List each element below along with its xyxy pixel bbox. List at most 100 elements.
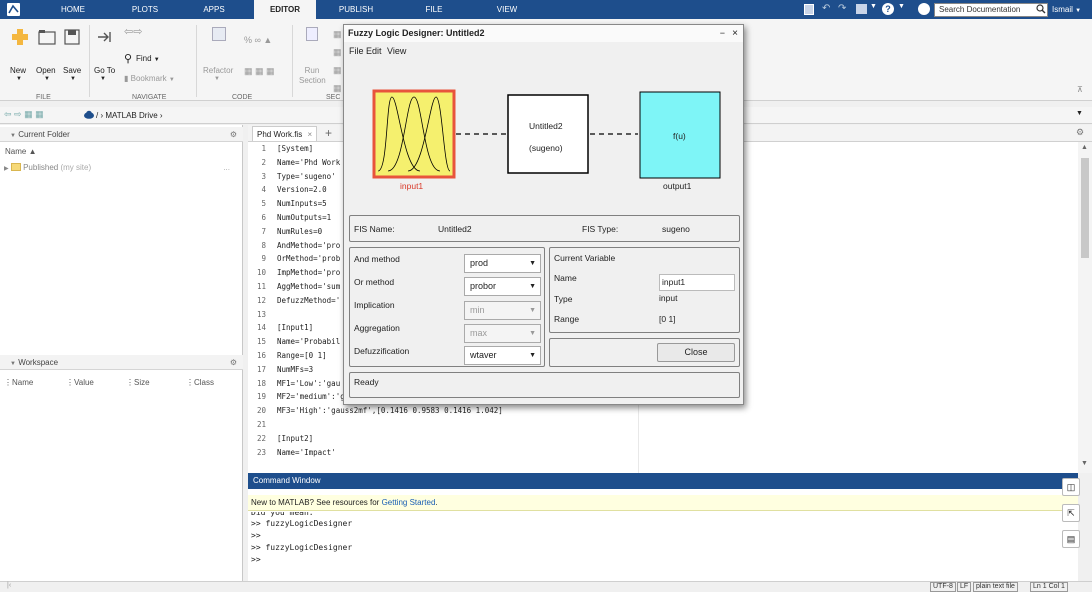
quick-save-icon[interactable] — [804, 4, 814, 15]
dialog-title-bar[interactable]: Fuzzy Logic Designer: Untitled2 − × — [344, 25, 743, 42]
code-line[interactable]: 12 DefuzzMethod=' — [248, 296, 340, 306]
code-line[interactable]: 22 [Input2] — [248, 434, 313, 444]
comment-icon[interactable]: % ∞ ▲ — [244, 35, 272, 45]
undock-icon[interactable]: ⇱ — [1062, 504, 1080, 522]
cursor-position[interactable]: Ln 1 Col 1 — [1030, 582, 1068, 592]
code-line[interactable]: 18 MF1='Low':'gau — [248, 379, 340, 389]
open-button[interactable]: Open — [36, 66, 56, 75]
chevron-down-icon[interactable]: ▼ — [70, 76, 76, 82]
scrollbar-thumb[interactable] — [1081, 158, 1089, 258]
goto-button[interactable]: Go To — [94, 66, 115, 75]
tab-plots[interactable]: PLOTS — [120, 0, 170, 19]
tab-view[interactable]: VIEW — [492, 0, 522, 19]
new-icon[interactable] — [10, 27, 30, 47]
community-icon[interactable] — [918, 3, 930, 15]
defuzzification-dropdown[interactable]: wtaver ▼ — [464, 346, 541, 365]
menu-file[interactable]: File — [349, 46, 364, 56]
refactor-icon[interactable] — [212, 27, 226, 41]
code-line[interactable]: 3 Type='sugeno' — [248, 172, 335, 182]
code-line[interactable]: 9 OrMethod='prob — [248, 254, 340, 264]
tab-editor[interactable]: EDITOR — [254, 0, 316, 19]
name-column-header[interactable]: Name ▲ — [5, 145, 36, 159]
tab-phd-work-fis[interactable]: Phd Work.fis × — [252, 126, 318, 141]
open-icon[interactable] — [38, 29, 56, 45]
redo-icon[interactable]: ↷ — [838, 3, 846, 14]
chevron-down-icon[interactable]: ▼ — [16, 76, 22, 82]
run-section-button[interactable]: Run Section — [299, 66, 326, 86]
code-line[interactable]: 16 Range=[0 1] — [248, 351, 327, 361]
gear-icon[interactable]: ⚙ — [1076, 127, 1084, 138]
menu-view[interactable]: View — [387, 46, 406, 56]
back-forward-icon[interactable]: ⇦⇨ — [124, 25, 142, 38]
code-line[interactable]: 14 [Input1] — [248, 323, 313, 333]
run-section-icon[interactable] — [306, 27, 318, 41]
workspace-col-size[interactable]: ⋮Size — [126, 376, 150, 390]
chevron-down-icon[interactable]: ▼ — [898, 3, 905, 10]
eol-indicator[interactable]: LF — [957, 582, 972, 592]
code-line[interactable]: 5 NumInputs=5 — [248, 199, 326, 209]
code-line[interactable]: 10 ImpMethod='pro — [248, 268, 340, 278]
find-button[interactable]: Find ▼ — [136, 54, 160, 63]
code-line[interactable]: 21 — [248, 420, 277, 430]
goto-icon[interactable] — [96, 29, 112, 45]
bookmark-button[interactable]: ▮ Bookmark ▼ — [124, 74, 175, 83]
gear-icon[interactable]: ⚙ — [230, 127, 237, 142]
undo-icon[interactable]: ↶ — [822, 3, 830, 14]
filetype-indicator[interactable]: plain text file — [973, 582, 1018, 592]
close-button[interactable]: × — [732, 25, 738, 42]
nav-arrows-icon[interactable]: ⇦ ⇨ ▦ ▦ — [4, 109, 44, 120]
code-line[interactable]: 8 AndMethod='pro — [248, 241, 340, 251]
current-folder-header[interactable]: ▼ Current Folder ⚙ — [0, 127, 243, 142]
add-tab-button[interactable]: + — [325, 125, 332, 141]
folder-row-published[interactable]: ▶ Published (my site) ... — [4, 161, 236, 175]
chevron-up-icon[interactable]: ▲ — [1081, 144, 1088, 151]
tab-publish[interactable]: PUBLISH — [336, 0, 376, 19]
chevron-down-icon[interactable]: ▼ — [870, 3, 877, 10]
address-path[interactable]: / › MATLAB Drive › — [96, 107, 163, 124]
tab-file-versions[interactable]: FILE VERSIONS — [404, 0, 464, 33]
code-line[interactable]: 20 MF3='High':'gauss2mf',[0.1416 0.9583 0… — [248, 406, 503, 416]
command-history-icon[interactable]: ◫ — [1062, 478, 1080, 496]
chevron-down-icon[interactable]: ▼ — [100, 76, 106, 82]
refactor-button[interactable]: Refactor — [203, 66, 233, 75]
more-icon[interactable]: ... — [223, 161, 230, 175]
chevron-down-icon[interactable]: ▼ — [1081, 460, 1088, 467]
collapse-toolstrip-icon[interactable]: ⊼ — [1077, 85, 1083, 94]
cv-name-field[interactable]: input1 — [659, 274, 735, 291]
find-icon[interactable]: ⚲ — [124, 52, 132, 65]
matlab-logo-icon[interactable] — [7, 3, 20, 16]
close-dialog-button[interactable]: Close — [657, 343, 735, 362]
command-window[interactable] — [248, 473, 1078, 592]
workspace-col-class[interactable]: ⋮Class — [186, 376, 214, 390]
command-prompt[interactable]: >> — [251, 555, 261, 565]
layout-icon[interactable]: ▤ — [1062, 530, 1080, 548]
minimize-button[interactable]: − — [720, 25, 725, 42]
chevron-down-icon[interactable]: ▼ — [44, 76, 50, 82]
save-icon[interactable] — [64, 29, 80, 45]
code-line[interactable]: 15 Name='Probabil — [248, 337, 340, 347]
menu-edit[interactable]: Edit — [366, 46, 382, 56]
chevron-down-icon[interactable]: ▼ — [214, 76, 220, 82]
code-line[interactable]: 7 NumRules=0 — [248, 227, 322, 237]
and-method-dropdown[interactable]: prod ▼ — [464, 254, 541, 273]
user-menu[interactable]: Ismail ▼ — [1052, 3, 1081, 18]
code-line[interactable]: 11 AggMethod='sum — [248, 282, 340, 292]
code-line[interactable]: 23 Name='Impact' — [248, 448, 336, 458]
editor-scrollbar[interactable]: ▲ ▼ — [1078, 142, 1092, 473]
chevron-down-icon[interactable]: ▼ — [1076, 110, 1083, 117]
code-line[interactable]: 17 NumMFs=3 — [248, 365, 313, 375]
search-input[interactable]: Search Documentation — [934, 3, 1048, 17]
workspace-col-value[interactable]: ⋮Value — [66, 376, 94, 390]
encoding-indicator[interactable]: UTF-8 — [930, 582, 956, 592]
or-method-dropdown[interactable]: probor ▼ — [464, 277, 541, 296]
tab-home[interactable]: HOME — [48, 0, 98, 19]
workspace-col-name[interactable]: ⋮Name — [4, 376, 33, 390]
save-button[interactable]: Save — [63, 66, 81, 75]
code-line[interactable]: 6 NumOutputs=1 — [248, 213, 331, 223]
workspace-header[interactable]: ▼ Workspace ⚙ — [0, 355, 243, 370]
switch-windows-icon[interactable] — [856, 4, 867, 14]
gear-icon[interactable]: ⚙ — [230, 355, 237, 370]
code-line[interactable]: 13 — [248, 310, 277, 320]
input-mf-box[interactable] — [372, 89, 456, 179]
system-box[interactable] — [507, 94, 589, 174]
